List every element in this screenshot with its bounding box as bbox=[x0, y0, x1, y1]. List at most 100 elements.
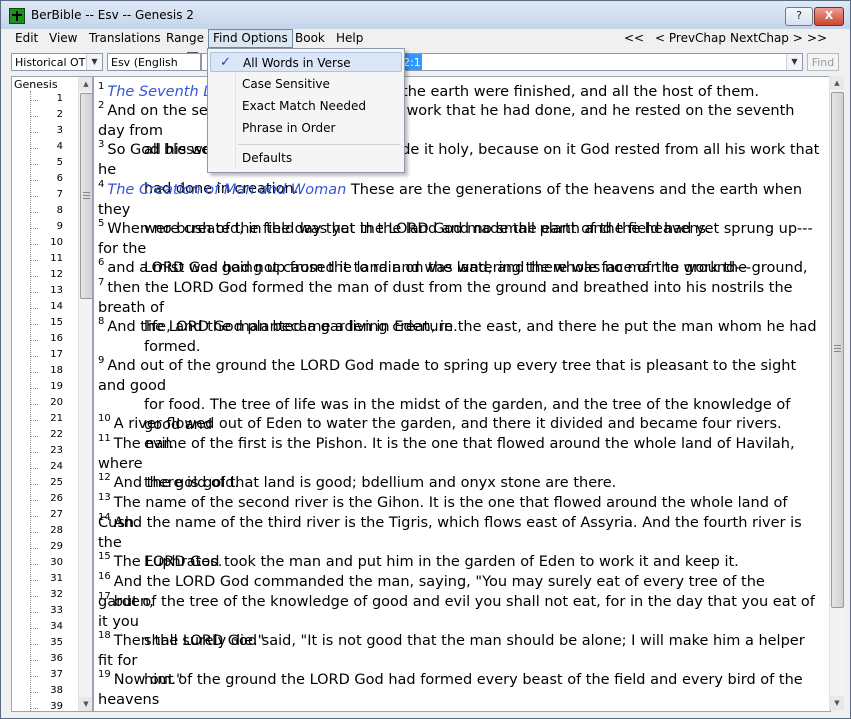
verse-text: Then the LORD God said, "It is not good … bbox=[98, 633, 805, 669]
tree-item-chapter[interactable]: 28 bbox=[30, 524, 85, 540]
option-exact-match[interactable]: Exact Match Needed bbox=[210, 96, 402, 116]
chapter-tree[interactable]: Genesis 1 2 3 4 5 6 7 8 9 10 11 12 13 14 15 16 17 18 19 20 2… bbox=[11, 76, 93, 712]
tree-item-chapter[interactable]: 25 bbox=[30, 476, 85, 492]
first-chapter-button[interactable]: << bbox=[620, 30, 648, 47]
tree-item-chapter[interactable]: 20 bbox=[30, 396, 85, 412]
tree-item-chapter[interactable]: 16 bbox=[30, 332, 85, 348]
verse-number: 8 bbox=[98, 316, 105, 327]
tree-item-label: 9 bbox=[56, 221, 63, 232]
tree-item-label: 27 bbox=[50, 509, 63, 520]
tree-item-chapter[interactable]: 2 bbox=[30, 108, 85, 124]
prev-chapter-button[interactable]: < PrevChap bbox=[651, 30, 730, 47]
verse-text-pane[interactable]: 1 The Seventh Day Thus the heavens and th… bbox=[93, 76, 831, 712]
verse-number: 11 bbox=[98, 433, 111, 444]
verse-number: 14 bbox=[98, 512, 111, 523]
tree-item-label: 4 bbox=[56, 141, 63, 152]
tree-item-label: 35 bbox=[50, 637, 63, 648]
tree-item-label: 21 bbox=[50, 413, 63, 424]
close-button[interactable]: X bbox=[814, 7, 844, 26]
tree-item-chapter[interactable]: 35 bbox=[30, 636, 85, 652]
tree-item-chapter[interactable]: 21 bbox=[30, 412, 85, 428]
tree-item-chapter[interactable]: 17 bbox=[30, 348, 85, 364]
tree-item-chapter[interactable]: 7 bbox=[30, 188, 85, 204]
tree-item-chapter[interactable]: 4 bbox=[30, 140, 85, 156]
window-title: BerBible -- Esv -- Genesis 2 bbox=[31, 8, 194, 22]
verse-text: When no bush of the field was yet in the… bbox=[98, 221, 813, 257]
tree-item-chapter[interactable]: 37 bbox=[30, 668, 85, 684]
next-chapter-button[interactable]: NextChap > bbox=[726, 30, 807, 47]
tree-scrollbar[interactable]: ▲ ▼ bbox=[78, 77, 92, 711]
tree-item-label: 8 bbox=[56, 205, 63, 216]
menu-book[interactable]: Book bbox=[291, 30, 329, 47]
scroll-down-arrow-icon[interactable]: ▼ bbox=[830, 696, 844, 710]
tree-item-label: 34 bbox=[50, 621, 63, 632]
tree-item-chapter[interactable]: 5 bbox=[30, 156, 85, 172]
title-bar[interactable]: BerBible -- Esv -- Genesis 2 ? X bbox=[1, 1, 850, 29]
option-case-sensitive[interactable]: Case Sensitive bbox=[210, 74, 402, 94]
tree-item-chapter[interactable]: 29 bbox=[30, 540, 85, 556]
tree-item-chapter[interactable]: 14 bbox=[30, 300, 85, 316]
tree-item-chapter[interactable]: 34 bbox=[30, 620, 85, 636]
tree-item-chapter[interactable]: 11 bbox=[30, 252, 85, 268]
find-button[interactable]: Find bbox=[807, 53, 839, 71]
chevron-down-icon[interactable]: ▼ bbox=[786, 54, 802, 70]
verse-text: Now out of the ground the LORD God had f… bbox=[98, 672, 803, 708]
range-select-value: Historical OT bbox=[15, 56, 86, 69]
tree-item-chapter[interactable]: 26 bbox=[30, 492, 85, 508]
menu-edit[interactable]: Edit bbox=[11, 30, 42, 47]
option-phrase-in-order[interactable]: Phrase in Order bbox=[210, 118, 402, 138]
text-scrollbar[interactable]: ▲ ▼ bbox=[829, 76, 844, 710]
verse-number: 4 bbox=[98, 179, 105, 190]
tree-item-chapter[interactable]: 22 bbox=[30, 428, 85, 444]
translation-select[interactable]: Esv (English bbox=[107, 53, 201, 71]
tree-item-chapter[interactable]: 33 bbox=[30, 604, 85, 620]
tree-item-chapter[interactable]: 39 bbox=[30, 700, 85, 711]
menu-range[interactable]: Range bbox=[162, 30, 208, 47]
help-button[interactable]: ? bbox=[785, 7, 813, 26]
tree-item-chapter[interactable]: 8 bbox=[30, 204, 85, 220]
tree-item-chapter[interactable]: 36 bbox=[30, 652, 85, 668]
tree-item-chapter[interactable]: 1 bbox=[30, 92, 85, 108]
tree-item-chapter[interactable]: 27 bbox=[30, 508, 85, 524]
menu-find-options[interactable]: Find Options bbox=[208, 29, 293, 48]
chevron-down-icon[interactable]: ▼ bbox=[86, 54, 102, 70]
option-defaults[interactable]: Defaults bbox=[210, 148, 402, 168]
tree-item-chapter[interactable]: 31 bbox=[30, 572, 85, 588]
tree-item-chapter[interactable]: 12 bbox=[30, 268, 85, 284]
menu-translations[interactable]: Translations bbox=[85, 30, 165, 47]
verse-number: 10 bbox=[98, 413, 111, 424]
verse-number: 3 bbox=[98, 139, 105, 150]
tree-item-chapter[interactable]: 18 bbox=[30, 364, 85, 380]
tree-item-chapter[interactable]: 13 bbox=[30, 284, 85, 300]
verse: 19 Now out of the ground the LORD God had… bbox=[98, 665, 824, 711]
tree-root-genesis[interactable]: Genesis bbox=[14, 78, 58, 91]
cross-icon bbox=[9, 8, 25, 24]
tree-item-label: 5 bbox=[56, 157, 63, 168]
scroll-up-arrow-icon[interactable]: ▲ bbox=[830, 76, 844, 90]
menu-view[interactable]: View bbox=[45, 30, 81, 47]
tree-item-label: 12 bbox=[50, 269, 63, 280]
scroll-up-arrow-icon[interactable]: ▲ bbox=[79, 77, 92, 91]
last-chapter-button[interactable]: >> bbox=[803, 30, 831, 47]
verse-text: then the LORD God formed the man of dust… bbox=[98, 280, 793, 316]
tree-item-chapter[interactable]: 3 bbox=[30, 124, 85, 140]
verse-text: And out of the ground the LORD God made … bbox=[98, 358, 797, 394]
tree-item-chapter[interactable]: 23 bbox=[30, 444, 85, 460]
tree-item-chapter[interactable]: 32 bbox=[30, 588, 85, 604]
tree-item-chapter[interactable]: 38 bbox=[30, 684, 85, 700]
tree-item-chapter[interactable]: 19 bbox=[30, 380, 85, 396]
menu-help[interactable]: Help bbox=[332, 30, 367, 47]
option-all-words-in-verse[interactable]: ✓ All Words in Verse bbox=[210, 52, 402, 72]
tree-item-chapter[interactable]: 15 bbox=[30, 316, 85, 332]
tree-item-chapter[interactable]: 6 bbox=[30, 172, 85, 188]
tree-item-chapter[interactable]: 24 bbox=[30, 460, 85, 476]
range-select[interactable]: Historical OT ▼ bbox=[11, 53, 103, 71]
menu-bar: Edit View Translations Range Find Option… bbox=[1, 29, 850, 48]
scroll-thumb[interactable] bbox=[831, 92, 844, 608]
verse-number: 5 bbox=[98, 218, 105, 229]
tree-item-chapter[interactable]: 30 bbox=[30, 556, 85, 572]
tree-item-chapter[interactable]: 9 bbox=[30, 220, 85, 236]
scroll-down-arrow-icon[interactable]: ▼ bbox=[79, 697, 92, 711]
scroll-thumb[interactable] bbox=[80, 93, 92, 299]
tree-item-chapter[interactable]: 10 bbox=[30, 236, 85, 252]
